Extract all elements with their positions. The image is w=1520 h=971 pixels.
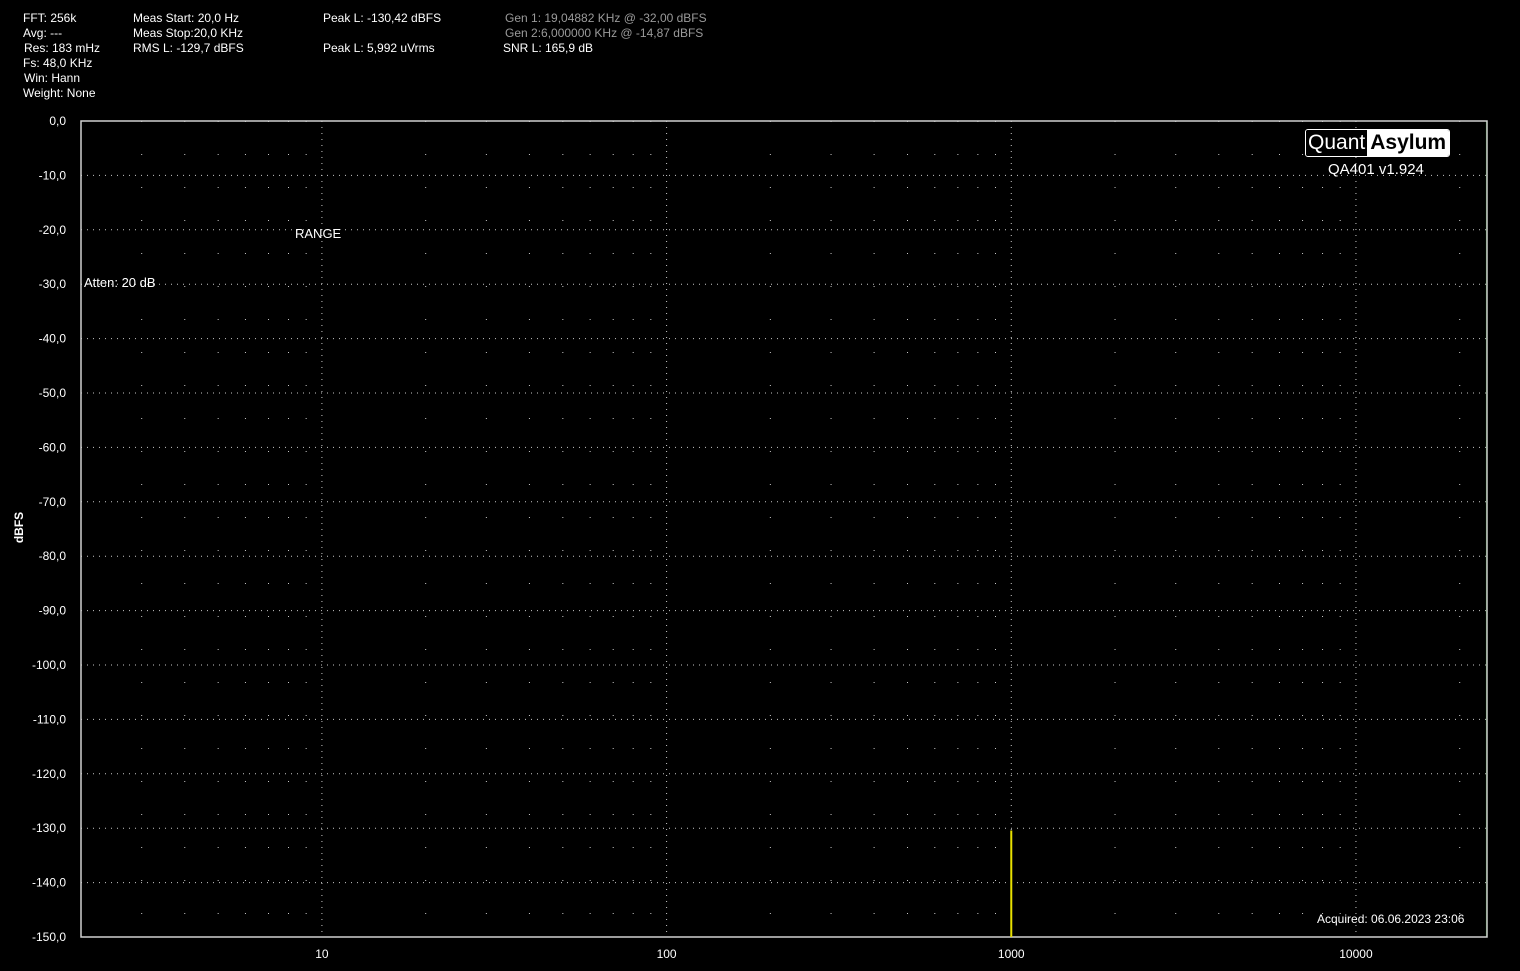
y-tick-label: 0,0 <box>49 114 66 128</box>
sample-rate: Fs: 48,0 KHz <box>23 56 93 70</box>
x-tick-label: 10 <box>315 947 329 961</box>
gen1: Gen 1: 19,04882 KHz @ -32,00 dBFS <box>505 11 707 25</box>
spectrum-chart: 0,0 -10,0 -20,0 -30,0 -40,0 -50,0 -60,0 -70,0 -8… <box>32 114 1488 961</box>
meas-start: Meas Start: 20,0 Hz <box>133 11 240 25</box>
y-tick-label: -110,0 <box>33 712 66 726</box>
range-label: RANGE <box>295 226 342 241</box>
logo-asylum: Asylum <box>1367 130 1450 156</box>
y-tick-label: -150,0 <box>32 930 66 944</box>
x-tick-label: 10000 <box>1339 947 1373 961</box>
rms-level: RMS L: -129,7 dBFS <box>133 41 244 55</box>
y-tick-label: -60,0 <box>39 440 67 454</box>
y-tick-label: -50,0 <box>39 386 67 400</box>
y-tick-label: -40,0 <box>39 332 67 346</box>
gen2: Gen 2:6,000000 KHz @ -14,87 dBFS <box>505 26 704 40</box>
weight: Weight: None <box>23 86 96 100</box>
x-tick-label: 100 <box>657 947 677 961</box>
acquired-label: Acquired: 06.06.2023 23:06 <box>1317 912 1465 926</box>
fft-size: FFT: 256k <box>23 11 77 25</box>
resolution: Res: 183 mHz <box>24 41 101 55</box>
y-tick-label: -90,0 <box>39 604 67 618</box>
x-tick-label: 1000 <box>998 947 1025 961</box>
y-axis-label: dBFS <box>12 511 27 544</box>
peak-dbfs: Peak L: -130,42 dBFS <box>323 11 442 25</box>
y-tick-label: -120,0 <box>32 767 66 781</box>
y-tick-label: -20,0 <box>39 223 67 237</box>
peak-vrms: Peak L: 5,992 uVrms <box>323 41 435 55</box>
y-tick-label: -100,0 <box>32 658 66 672</box>
y-tick-label: -10,0 <box>39 168 67 182</box>
snr: SNR L: 165,9 dB <box>503 41 594 55</box>
version-label: QA401 v1.924 <box>1328 161 1424 178</box>
y-tick-label: -30,0 <box>39 277 67 291</box>
meas-stop: Meas Stop:20,0 KHz <box>133 26 244 40</box>
plot-frame <box>80 120 1488 938</box>
y-tick-label: -140,0 <box>32 876 66 890</box>
window: Win: Hann <box>24 71 81 85</box>
quantasylum-logo: Quant Asylum <box>1305 129 1451 157</box>
header-col1: FFT: 256k Avg: --- Res: 183 mHz Fs: 48,0… <box>23 11 100 101</box>
avg: Avg: --- <box>23 26 63 40</box>
y-tick-label: -130,0 <box>32 821 66 835</box>
y-tick-label: -70,0 <box>39 495 67 509</box>
atten-label: Atten: 20 dB <box>84 275 156 290</box>
y-tick-label: -80,0 <box>39 549 67 563</box>
logo-quant: Quant <box>1306 130 1368 156</box>
header-col2: Meas Start: 20,0 Hz Meas Stop:20,0 KHz R… <box>133 11 244 56</box>
